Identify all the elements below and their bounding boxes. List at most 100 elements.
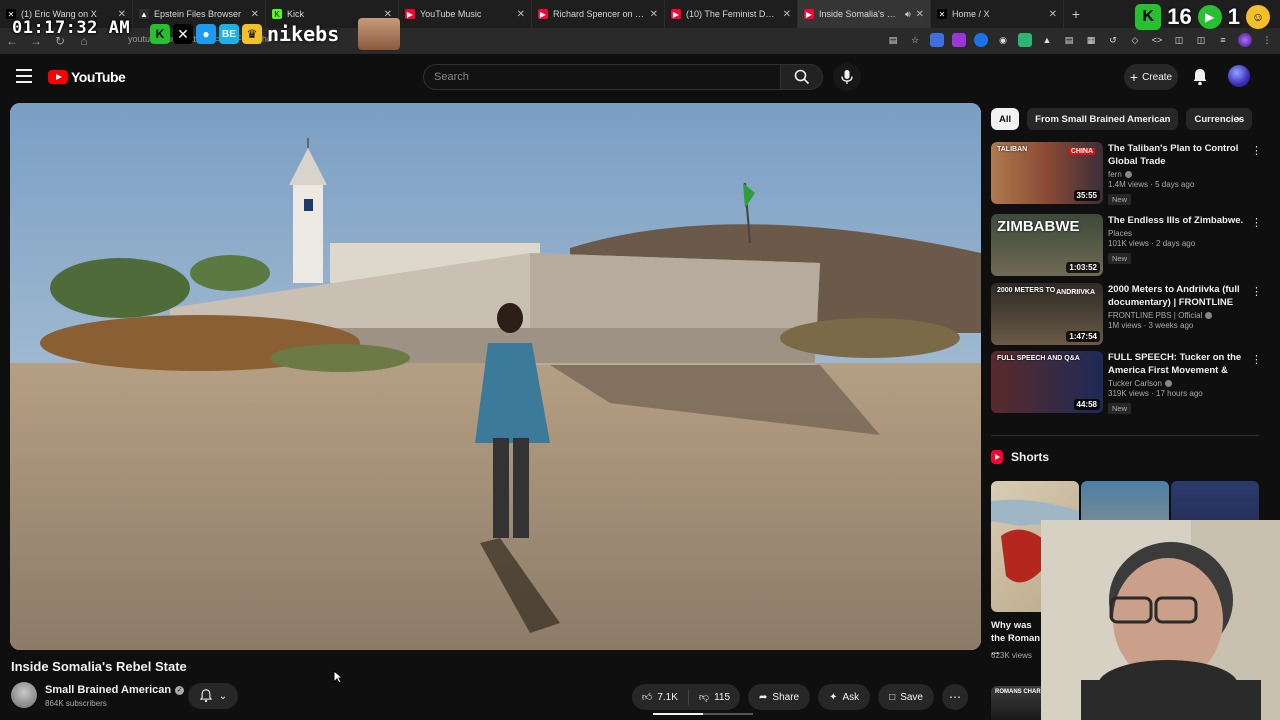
browser-tab[interactable]: ▶ (10) The Feminist Debat ✕ bbox=[665, 0, 798, 28]
video-frame bbox=[10, 103, 981, 650]
video-actions: 👍︎ 7.1K 👎︎ 115 ➦ Share ✦ Ask □ Save ⋯ bbox=[631, 684, 968, 710]
subscription-bell-button[interactable]: ⌄ bbox=[188, 683, 238, 709]
speaker-icon[interactable]: 🔊︎ bbox=[905, 9, 911, 20]
new-badge: New bbox=[1108, 253, 1132, 264]
dislike-count: 115 bbox=[714, 691, 731, 703]
subscriber-count: 864K subscribers bbox=[45, 699, 107, 708]
close-tab-icon[interactable]: ✕ bbox=[916, 9, 924, 20]
video-title[interactable]: The Taliban's Plan to Control Global Tra… bbox=[1108, 142, 1246, 168]
ask-button[interactable]: ✦ Ask bbox=[818, 684, 871, 710]
video-duration: 44:58 bbox=[1073, 399, 1100, 410]
bookmark-star-icon[interactable]: ☆ bbox=[908, 33, 922, 47]
ask-label: Ask bbox=[842, 691, 860, 703]
browser-tab[interactable]: ▶ Inside Somalia's Rebel 🔊︎ ✕ bbox=[798, 0, 931, 28]
shorts-logo-icon bbox=[991, 450, 1003, 464]
extension-icon[interactable]: ▲ bbox=[1040, 33, 1054, 47]
more-vertical-icon[interactable]: ⋮ bbox=[1251, 353, 1262, 366]
thumbnail-text: CHINA bbox=[1068, 148, 1095, 155]
video-title[interactable]: 2000 Meters to Andriivka (full documenta… bbox=[1108, 283, 1246, 309]
video-thumbnail[interactable]: FULL SPEECH AND Q&A 44:58 bbox=[991, 351, 1103, 413]
youtube-logo[interactable]: YouTube bbox=[48, 69, 126, 85]
close-tab-icon[interactable]: ✕ bbox=[1049, 9, 1057, 20]
share-button[interactable]: ➦ Share bbox=[748, 684, 811, 710]
menu-icon[interactable]: ⋮ bbox=[1260, 33, 1274, 47]
video-meta: 1M views · 3 weeks ago bbox=[1108, 321, 1194, 330]
video-player[interactable] bbox=[10, 103, 981, 650]
channel-name[interactable]: Tucker Carlson bbox=[1108, 379, 1162, 388]
video-title[interactable]: The Endless Ills of Zimbabwe. bbox=[1108, 214, 1246, 227]
crown-icon: ♛ bbox=[242, 24, 262, 44]
channel-name[interactable]: Places bbox=[1108, 229, 1132, 238]
extension-icon[interactable] bbox=[952, 33, 966, 47]
puzzle-icon[interactable]: ▦ bbox=[1084, 33, 1098, 47]
search-icon bbox=[794, 69, 809, 85]
save-button[interactable]: □ Save bbox=[878, 684, 934, 710]
bookmark-icon[interactable]: ◇ bbox=[1128, 33, 1142, 47]
hamburger-menu-icon[interactable] bbox=[16, 69, 32, 83]
channel-name[interactable]: Small Brained American bbox=[45, 684, 171, 696]
search-input[interactable]: Search bbox=[423, 64, 781, 90]
lines-icon[interactable]: ≡ bbox=[1216, 33, 1230, 47]
youtube-header: YouTube Search + Create bbox=[0, 56, 1280, 98]
video-title[interactable]: FULL SPEECH: Tucker on the America First… bbox=[1108, 351, 1246, 377]
channel-row: fern bbox=[1108, 170, 1246, 179]
channel-avatar[interactable] bbox=[11, 682, 37, 708]
channel-name[interactable]: FRONTLINE PBS | Official bbox=[1108, 311, 1202, 320]
close-tab-icon[interactable]: ✕ bbox=[650, 9, 658, 20]
thumbs-up-icon: 👍︎ bbox=[641, 692, 653, 703]
youtube-logo-icon bbox=[48, 70, 68, 84]
share-icon[interactable]: ◫ bbox=[1194, 33, 1208, 47]
video-thumbnail[interactable]: ZIMBABWE 1:03:52 bbox=[991, 214, 1103, 276]
browser-tab[interactable]: ▶ YouTube Music ✕ bbox=[399, 0, 532, 28]
notifications-button[interactable] bbox=[1192, 68, 1208, 91]
video-thumbnail[interactable]: TALIBAN CHINA 35:55 bbox=[991, 142, 1103, 204]
create-button[interactable]: + Create bbox=[1124, 64, 1178, 90]
recommended-video[interactable]: ZIMBABWE 1:03:52 The Endless Ills of Zimba… bbox=[991, 214, 1262, 278]
like-button[interactable]: 👍︎ 7.1K bbox=[632, 684, 688, 710]
webcam-feed bbox=[1041, 520, 1280, 720]
rumble-icon: ▶ bbox=[1197, 5, 1222, 29]
search-button[interactable] bbox=[781, 64, 823, 90]
more-vertical-icon[interactable]: ⋮ bbox=[1251, 216, 1262, 229]
sparkle-icon: ✦ bbox=[829, 691, 838, 703]
extension-icon[interactable] bbox=[1018, 33, 1032, 47]
bookmark-icon: □ bbox=[889, 691, 896, 703]
extension-icon[interactable] bbox=[930, 33, 944, 47]
extension-icon[interactable] bbox=[974, 33, 988, 47]
new-badge: New bbox=[1108, 194, 1132, 205]
extensions-bar: ▤ ☆ ◉ ▲ ▤ ▦ ↺ ◇ <> ◫ ◫ ≡ ⋮ bbox=[886, 33, 1274, 47]
youtube-icon: ▶ bbox=[671, 9, 681, 19]
browser-tab[interactable]: ✕ Home / X ✕ bbox=[931, 0, 1064, 28]
browser-tab[interactable]: ▶ Richard Spencer on Isra ✕ bbox=[532, 0, 665, 28]
close-tab-icon[interactable]: ✕ bbox=[517, 9, 525, 20]
youtube-icon: ▶ bbox=[538, 9, 548, 19]
close-tab-icon[interactable]: ✕ bbox=[783, 9, 791, 20]
youtube-logo-text: YouTube bbox=[71, 69, 126, 85]
video-meta: 319K views · 17 hours ago bbox=[1108, 389, 1203, 398]
more-actions-button[interactable]: ⋯ bbox=[942, 684, 968, 710]
sidebar-icon[interactable]: ◫ bbox=[1172, 33, 1186, 47]
recommended-video[interactable]: TALIBAN CHINA 35:55 The Taliban's Plan to C… bbox=[991, 142, 1262, 206]
new-tab-button[interactable]: + bbox=[1064, 6, 1088, 22]
profile-icon[interactable] bbox=[1238, 33, 1252, 47]
extension-icon[interactable]: ◉ bbox=[996, 33, 1010, 47]
channel-name[interactable]: fern bbox=[1108, 170, 1122, 179]
more-vertical-icon[interactable]: ⋮ bbox=[1251, 144, 1262, 157]
account-avatar[interactable] bbox=[1228, 65, 1250, 87]
more-vertical-icon[interactable]: ⋮ bbox=[1251, 285, 1262, 298]
thumbnail-text: TALIBAN bbox=[997, 146, 1028, 153]
verified-check-icon bbox=[1205, 312, 1213, 319]
code-icon[interactable]: <> bbox=[1150, 33, 1164, 47]
recommended-video[interactable]: 2000 METERS TO ANDRIIVKA 1:47:54 2000 Meter… bbox=[991, 283, 1262, 347]
chevron-right-icon[interactable]: › bbox=[1236, 111, 1252, 127]
recommended-video[interactable]: FULL SPEECH AND Q&A 44:58 FULL SPEECH: Tuc… bbox=[991, 351, 1262, 415]
channel-name-row[interactable]: Small Brained American ✓ bbox=[45, 684, 185, 696]
voice-search-button[interactable] bbox=[833, 63, 861, 91]
install-icon[interactable]: ▤ bbox=[886, 33, 900, 47]
filter-chip[interactable]: All bbox=[991, 108, 1020, 130]
dislike-button[interactable]: 👎︎ 115 bbox=[689, 684, 740, 710]
extension-icon[interactable]: ▤ bbox=[1062, 33, 1076, 47]
filter-chip[interactable]: From Small Brained American bbox=[1027, 108, 1179, 130]
video-thumbnail[interactable]: 2000 METERS TO ANDRIIVKA 1:47:54 bbox=[991, 283, 1103, 345]
history-icon[interactable]: ↺ bbox=[1106, 33, 1120, 47]
